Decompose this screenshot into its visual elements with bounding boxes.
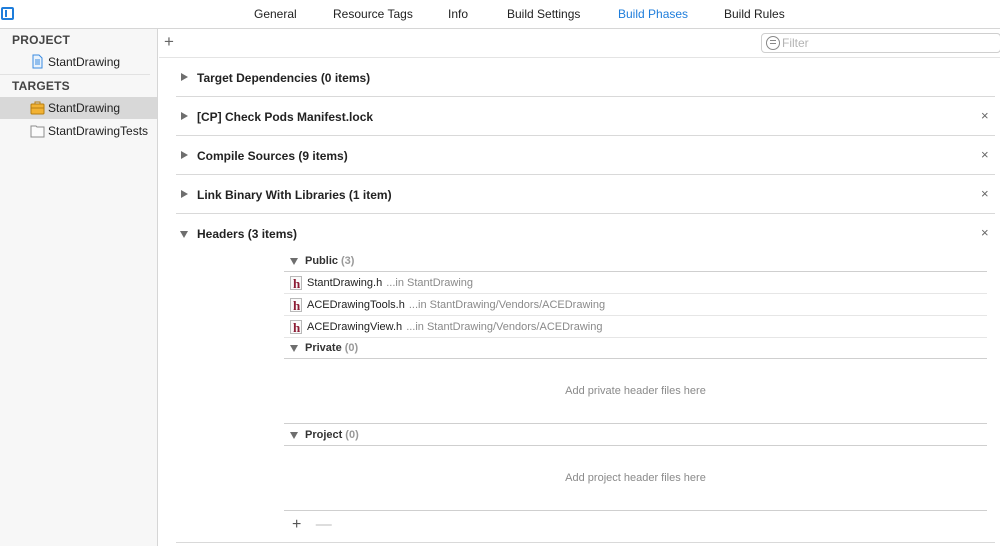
tab-info[interactable]: Info bbox=[448, 7, 468, 21]
disclosure-triangle-icon[interactable] bbox=[290, 258, 298, 265]
group-count: (3) bbox=[341, 255, 355, 267]
phase-title[interactable]: Compile Sources (9 items) bbox=[197, 149, 348, 163]
filter-icon bbox=[766, 36, 780, 50]
group-count: (0) bbox=[344, 342, 359, 354]
targets-section-header: TARGETS bbox=[12, 79, 70, 93]
divider bbox=[176, 542, 995, 543]
group-name: Project bbox=[305, 429, 343, 441]
disclosure-triangle-icon[interactable] bbox=[290, 432, 298, 439]
header-actions: + — bbox=[292, 516, 342, 534]
sidebar-item-label: StantDrawing bbox=[48, 101, 121, 115]
headers-group-public: Public (3) bbox=[284, 250, 987, 272]
project-drop-area[interactable]: Add project header files here bbox=[284, 446, 987, 511]
remove-phase-close-icon[interactable]: × bbox=[981, 108, 989, 123]
disclosure-triangle-icon[interactable] bbox=[181, 190, 188, 198]
project-section-header: PROJECT bbox=[12, 33, 71, 47]
sidebar-item-project[interactable]: StantDrawing bbox=[0, 51, 157, 73]
table-row[interactable]: h ACEDrawingTools.h ...in StantDrawing/Ve… bbox=[284, 294, 987, 316]
file-path: ...in StantDrawing/Vendors/ACEDrawing bbox=[408, 299, 606, 311]
disclosure-triangle-icon[interactable] bbox=[181, 112, 188, 120]
divider bbox=[0, 74, 150, 75]
editor-toolbar: + bbox=[159, 29, 1000, 58]
group-name: Public bbox=[305, 255, 339, 267]
empty-message: Add project header files here bbox=[565, 472, 706, 484]
phase-title[interactable]: Target Dependencies (0 items) bbox=[197, 71, 370, 85]
tab-resource-tags[interactable]: Resource Tags bbox=[333, 7, 413, 21]
file-name: StantDrawing.h bbox=[307, 277, 383, 289]
remove-phase-close-icon[interactable]: × bbox=[981, 186, 989, 201]
group-count: (0) bbox=[345, 429, 359, 441]
file-name: ACEDrawingTools.h bbox=[307, 299, 405, 311]
remove-phase-close-icon[interactable]: × bbox=[981, 225, 989, 240]
sidebar-item-target-app[interactable]: StantDrawing bbox=[0, 97, 157, 119]
file-path: ...in StantDrawing bbox=[386, 277, 474, 289]
table-row[interactable]: h ACEDrawingView.h ...in StantDrawing/Ven… bbox=[284, 316, 987, 338]
tab-build-phases[interactable]: Build Phases bbox=[618, 7, 688, 21]
phase-compile-sources: Compile Sources (9 items) × bbox=[176, 136, 995, 175]
remove-phase-close-icon[interactable]: × bbox=[981, 147, 989, 162]
project-file-icon bbox=[32, 54, 43, 69]
sidebar-item-label: StantDrawingTests bbox=[48, 124, 149, 138]
disclosure-triangle-icon[interactable] bbox=[181, 151, 188, 159]
filter-input[interactable] bbox=[782, 36, 992, 50]
headers-group-private: Private (0) bbox=[284, 337, 987, 359]
tab-build-rules[interactable]: Build Rules bbox=[724, 7, 785, 21]
phase-title[interactable]: Headers (3 items) bbox=[197, 227, 297, 241]
sidebar-item-target-tests[interactable]: StantDrawingTests bbox=[0, 120, 157, 142]
disclosure-triangle-icon[interactable] bbox=[180, 231, 188, 238]
add-build-phase-button[interactable]: + bbox=[164, 33, 174, 51]
header-file-icon: h bbox=[290, 320, 302, 335]
test-bundle-icon bbox=[30, 125, 45, 138]
project-navigator-sidebar: PROJECT StantDrawing TARGETS StantDrawin… bbox=[0, 29, 158, 546]
phase-link-binary: Link Binary With Libraries (1 item) × bbox=[176, 175, 995, 214]
private-drop-area[interactable]: Add private header files here bbox=[284, 359, 987, 424]
table-row[interactable]: h StantDrawing.h ...in StantDrawing bbox=[284, 272, 987, 294]
app-target-icon bbox=[30, 101, 45, 115]
empty-message: Add private header files here bbox=[565, 385, 706, 397]
build-phases-editor: + Target Dependencies (0 items) [CP] Che… bbox=[159, 29, 1000, 546]
header-file-icon: h bbox=[290, 298, 302, 313]
phase-target-dependencies: Target Dependencies (0 items) bbox=[176, 58, 995, 97]
phase-check-pods-manifest: [CP] Check Pods Manifest.lock × bbox=[176, 97, 995, 136]
tab-build-settings[interactable]: Build Settings bbox=[507, 7, 580, 21]
header-file-icon: h bbox=[290, 276, 302, 291]
phase-title[interactable]: [CP] Check Pods Manifest.lock bbox=[197, 110, 373, 124]
group-name: Private bbox=[305, 342, 342, 354]
headers-group-project: Project (0) bbox=[284, 424, 987, 446]
sidebar-item-label: StantDrawing bbox=[48, 55, 121, 69]
remove-header-button[interactable]: — bbox=[316, 516, 332, 534]
file-name: ACEDrawingView.h bbox=[307, 321, 403, 333]
tab-general[interactable]: General bbox=[254, 7, 297, 21]
navigator-toggle-icon[interactable] bbox=[1, 7, 14, 20]
tab-bar: General Resource Tags Info Build Setting… bbox=[0, 0, 1000, 29]
file-path: ...in StantDrawing/Vendors/ACEDrawing bbox=[406, 321, 603, 333]
phase-title[interactable]: Link Binary With Libraries (1 item) bbox=[197, 188, 392, 202]
disclosure-triangle-icon[interactable] bbox=[181, 73, 188, 81]
disclosure-triangle-icon[interactable] bbox=[290, 345, 298, 352]
phase-headers: Headers (3 items) × bbox=[176, 214, 995, 253]
add-header-button[interactable]: + bbox=[292, 516, 301, 534]
filter-field[interactable] bbox=[761, 33, 1000, 53]
